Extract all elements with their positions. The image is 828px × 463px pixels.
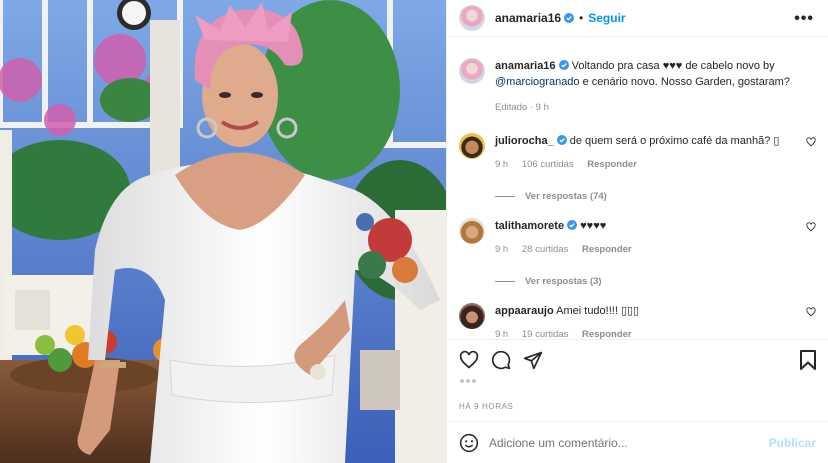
comment-meta: 9 h 19 curtidas Responder: [495, 327, 796, 339]
photo-illustration: [0, 0, 446, 463]
comments-list[interactable]: anamaria16 Voltando pra casa ♥♥♥ de cabe…: [447, 37, 828, 339]
avatar[interactable]: [459, 5, 485, 31]
comment-username[interactable]: appaaraujo: [495, 305, 554, 317]
caption-username[interactable]: anamaria16: [495, 60, 556, 72]
post-sidebar: anamaria16 • Seguir ••• anamaria16 Volta…: [446, 0, 828, 463]
comment-item: talithamorete ♥♥♥♥ 9 h 28 curtidas Respo…: [459, 218, 816, 258]
avatar[interactable]: [459, 303, 485, 329]
header-username[interactable]: anamaria16: [495, 11, 561, 25]
reply-button[interactable]: Responder: [582, 329, 632, 339]
caption-text: anamaria16 Voltando pra casa ♥♥♥ de cabe…: [495, 58, 816, 116]
comment-username[interactable]: juliorocha_: [495, 135, 554, 147]
likes-row[interactable]: [447, 379, 828, 401]
comment-likes[interactable]: 28 curtidas: [522, 244, 568, 255]
add-comment-bar: Publicar: [447, 421, 828, 463]
reply-button[interactable]: Responder: [587, 159, 637, 170]
post-timestamp[interactable]: HÁ 9 HORAS: [447, 401, 828, 421]
reply-button[interactable]: Responder: [582, 244, 632, 255]
view-replies-button[interactable]: Ver respostas (74): [495, 191, 816, 202]
comment-likes[interactable]: 19 curtidas: [522, 329, 568, 339]
share-send-icon[interactable]: [523, 350, 543, 370]
action-bar: [447, 339, 828, 379]
like-comment-icon[interactable]: [806, 137, 816, 147]
caption-edited-label: Editado · 9 h: [495, 102, 549, 113]
like-heart-icon[interactable]: [459, 350, 479, 370]
like-comment-icon[interactable]: [806, 222, 816, 232]
comment-item: appaaraujo Amei tudo!!!! ▯▯▯ 9 h 19 curt…: [459, 303, 816, 339]
emoji-icon[interactable]: [459, 433, 479, 453]
verified-badge-icon: [564, 13, 575, 23]
comment-username[interactable]: talithamorete: [495, 220, 564, 232]
view-replies-button[interactable]: Ver respostas (3): [495, 276, 816, 287]
caption-edited: Editado · 9 h: [495, 100, 796, 116]
follow-button[interactable]: Seguir: [588, 11, 625, 25]
publish-button[interactable]: Publicar: [769, 436, 816, 450]
caption-body-end: e cenário novo. Nosso Garden, gostaram?: [579, 76, 790, 88]
comment-body: ♥♥♥♥: [580, 220, 607, 232]
comment-bubble-icon[interactable]: [491, 350, 511, 370]
post-photo[interactable]: [0, 0, 446, 463]
comment-body: Amei tudo!!!! ▯▯▯: [556, 305, 640, 317]
caption-body-start: Voltando pra casa ♥♥♥ de cabelo novo by: [571, 60, 775, 72]
more-options-icon[interactable]: •••: [794, 10, 814, 28]
view-replies-label: Ver respostas (3): [525, 276, 602, 287]
bookmark-save-icon[interactable]: [800, 350, 816, 370]
avatar[interactable]: [459, 133, 485, 159]
liked-by-avatars-icon: [460, 379, 476, 383]
comment-text: juliorocha_ de quem será o próximo café …: [495, 133, 816, 173]
comment-text: appaaraujo Amei tudo!!!! ▯▯▯ 9 h 19 curt…: [495, 303, 816, 339]
add-comment-input[interactable]: [489, 435, 816, 450]
comment-time: 9 h: [495, 329, 509, 339]
replies-line: [495, 281, 515, 282]
comment-likes[interactable]: 106 curtidas: [522, 159, 574, 170]
verified-badge-icon: [558, 60, 569, 70]
comment-text: talithamorete ♥♥♥♥ 9 h 28 curtidas Respo…: [495, 218, 816, 258]
comment-item: juliorocha_ de quem será o próximo café …: [459, 133, 816, 173]
avatar[interactable]: [459, 218, 485, 244]
view-replies-label: Ver respostas (74): [525, 191, 607, 202]
header-separator: •: [579, 11, 584, 25]
post-caption: anamaria16 Voltando pra casa ♥♥♥ de cabe…: [459, 58, 816, 116]
post-header: anamaria16 • Seguir •••: [447, 0, 828, 37]
comment-time: 9 h: [495, 159, 509, 170]
caption-mention-link[interactable]: @marciogranado: [495, 76, 580, 88]
comment-meta: 9 h 28 curtidas Responder: [495, 242, 796, 258]
verified-badge-icon: [567, 220, 578, 230]
replies-line: [495, 196, 515, 197]
comment-body: de quem será o próximo café da manhã? ▯: [569, 135, 780, 147]
avatar[interactable]: [459, 58, 485, 84]
comment-meta: 9 h 106 curtidas Responder: [495, 157, 796, 173]
instagram-post: anamaria16 • Seguir ••• anamaria16 Volta…: [0, 0, 828, 463]
comment-time: 9 h: [495, 244, 509, 255]
verified-badge-icon: [556, 135, 567, 145]
like-comment-icon[interactable]: [806, 307, 816, 317]
